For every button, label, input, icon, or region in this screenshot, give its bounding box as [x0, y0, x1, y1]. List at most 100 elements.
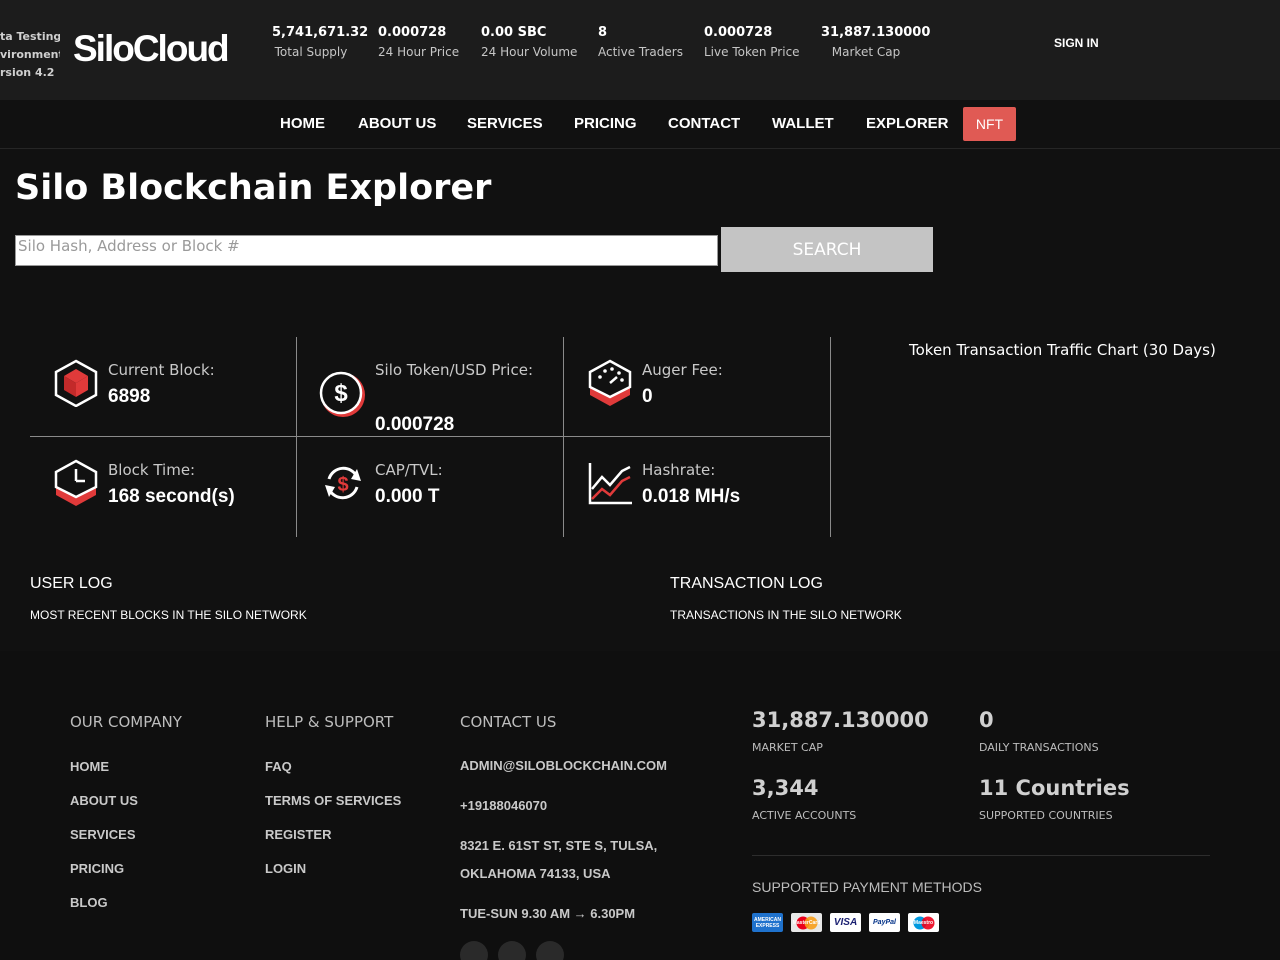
social-icon[interactable]	[498, 941, 526, 960]
stats-grid: Current Block: 6898 $ Silo Token/USD Pri…	[30, 337, 831, 537]
nav-pricing[interactable]: PRICING	[574, 115, 637, 132]
stat-value: 31,887.130000	[821, 25, 931, 40]
visa-card-icon: VISA	[830, 913, 861, 932]
sign-in-link[interactable]: SIGN IN	[1054, 36, 1099, 50]
auger-fee-value: 0	[642, 386, 653, 407]
footer-link-login[interactable]: LOGIN	[265, 861, 306, 876]
social-icon[interactable]	[460, 941, 488, 960]
env-line-2: vironment	[0, 48, 60, 61]
footer-contact-title: CONTACT US	[460, 713, 557, 731]
footer-link-faq[interactable]: FAQ	[265, 759, 292, 774]
env-line-3: rsion 4.2	[0, 66, 55, 79]
footer-divider	[752, 855, 1210, 856]
token-usd-card: $ Silo Token/USD Price: 0.000728	[297, 337, 564, 437]
footer-active-accounts-label: ACTIVE ACCOUNTS	[752, 809, 857, 822]
token-usd-value: 0.000728	[375, 414, 455, 435]
cap-tvl-value: 0.000 T	[375, 486, 440, 507]
footer-link-services[interactable]: SERVICES	[70, 827, 136, 842]
footer-active-accounts-value: 3,344	[752, 776, 819, 800]
paypal-card-icon: PayPal	[869, 913, 900, 932]
mastercard-card-icon: MasterCard	[791, 913, 822, 932]
nav-explorer[interactable]: EXPLORER	[866, 115, 949, 132]
footer-contact-address-line-1: 8321 E. 61ST ST, STE S, TULSA,	[460, 838, 658, 853]
stat-24h-price: 0.000728 24 Hour Price	[378, 25, 460, 59]
exchange-dollar-icon: $	[325, 466, 361, 500]
block-time-label: Block Time:	[108, 461, 196, 479]
hashrate-value: 0.018 MH/s	[642, 486, 741, 507]
footer-market-cap-label: MARKET CAP	[752, 741, 823, 754]
stat-label: 24 Hour Volume	[481, 45, 578, 59]
footer-daily-transactions-label: DAILY TRANSACTIONS	[979, 741, 1099, 754]
main-nav: HOME ABOUT US SERVICES PRICING CONTACT W…	[0, 100, 1280, 149]
page-title: Silo Blockchain Explorer	[15, 168, 492, 208]
stat-market-cap: 31,887.130000 Market Cap	[821, 25, 931, 59]
top-bar: ta Testing vironment rsion 4.2 SiloCloud…	[0, 0, 1280, 100]
footer-contact-address-line-2: OKLAHOMA 74133, USA	[460, 866, 611, 881]
gauge-icon	[588, 359, 632, 406]
transaction-log-title: TRANSACTION LOG	[670, 575, 823, 592]
footer-contact-email[interactable]: ADMIN@SILOBLOCKCHAIN.COM	[460, 758, 667, 773]
nav-contact[interactable]: CONTACT	[668, 115, 740, 132]
paypal-card-label: PayPal	[873, 919, 896, 926]
maestro-card-icon: Maestro	[908, 913, 939, 932]
svg-text:$: $	[334, 380, 348, 407]
environment-badge: ta Testing vironment rsion 4.2	[0, 28, 60, 82]
stat-total-supply: 5,741,671.32 Total Supply	[272, 25, 368, 59]
hashrate-label: Hashrate:	[642, 461, 716, 479]
footer-link-pricing[interactable]: PRICING	[70, 861, 124, 876]
stat-label: Active Traders	[598, 45, 683, 59]
stat-value: 0.000728	[704, 25, 773, 40]
footer-help-title: HELP & SUPPORT	[265, 713, 394, 731]
block-time-card: Block Time: 168 second(s)	[30, 437, 297, 537]
footer-link-about-us[interactable]: ABOUT US	[70, 793, 138, 808]
footer-link-terms[interactable]: TERMS OF SERVICES	[265, 793, 401, 808]
stat-value: 8	[598, 25, 608, 40]
auger-fee-label: Auger Fee:	[642, 361, 723, 379]
stat-live-token-price: 0.000728 Live Token Price	[704, 25, 800, 59]
footer-supported-countries-value: 11 Countries	[979, 776, 1130, 800]
mastercard-card-label: MasterCard	[792, 919, 821, 926]
amex-card-icon: AMERICAN EXPRESS	[752, 913, 783, 932]
footer-link-blog[interactable]: BLOG	[70, 895, 108, 910]
hashrate-card: Hashrate: 0.018 MH/s	[564, 437, 831, 537]
auger-fee-card: Auger Fee: 0	[564, 337, 831, 437]
dollar-coin-icon: $	[319, 371, 365, 417]
search-input[interactable]	[15, 235, 718, 266]
footer-company-title: OUR COMPANY	[70, 713, 182, 731]
maestro-card-label: Maestro	[913, 919, 934, 926]
stat-24h-volume: 0.00 SBC 24 Hour Volume	[481, 25, 578, 59]
svg-text:$: $	[337, 474, 348, 496]
current-block-card: Current Block: 6898	[30, 337, 297, 437]
silocloud-logo[interactable]: SiloCloud	[73, 28, 230, 70]
clock-icon	[54, 459, 98, 506]
current-block-label: Current Block:	[108, 361, 215, 379]
token-usd-label: Silo Token/USD Price:	[375, 361, 533, 379]
footer-contact-phone[interactable]: +19188046070	[460, 798, 547, 813]
footer-link-register[interactable]: REGISTER	[265, 827, 331, 842]
payment-methods-title: SUPPORTED PAYMENT METHODS	[752, 879, 982, 895]
env-line-1: ta Testing	[0, 30, 60, 43]
stat-label: 24 Hour Price	[378, 45, 460, 59]
footer-link-home[interactable]: HOME	[70, 759, 109, 774]
footer-supported-countries-label: SUPPORTED COUNTRIES	[979, 809, 1113, 822]
nav-about-us[interactable]: ABOUT US	[358, 115, 436, 132]
stat-label: Live Token Price	[704, 45, 800, 59]
nav-services[interactable]: SERVICES	[467, 115, 543, 132]
stat-label: Market Cap	[831, 45, 901, 59]
footer-market-cap-value: 31,887.130000	[752, 708, 929, 732]
stat-value: 0.000728	[378, 25, 447, 40]
footer-daily-transactions-value: 0	[979, 708, 994, 732]
social-icon[interactable]	[536, 941, 564, 960]
nav-nft-button[interactable]: NFT	[963, 107, 1016, 141]
user-log-title: USER LOG	[30, 575, 113, 592]
user-log-subtitle: MOST RECENT BLOCKS IN THE SILO NETWORK	[30, 608, 307, 622]
block-time-value: 168 second(s)	[108, 486, 235, 507]
transaction-log-subtitle: TRANSACTIONS IN THE SILO NETWORK	[670, 608, 902, 622]
nav-wallet[interactable]: WALLET	[772, 115, 834, 132]
traffic-chart-title: Token Transaction Traffic Chart (30 Days…	[909, 341, 1216, 359]
footer-contact-hours: TUE-SUN 9.30 AM → 6.30PM	[460, 906, 636, 921]
nav-home[interactable]: HOME	[280, 115, 325, 132]
cube-icon	[54, 359, 98, 407]
amex-card-label: AMERICAN EXPRESS	[754, 916, 781, 929]
search-button[interactable]: SEARCH	[721, 227, 933, 272]
